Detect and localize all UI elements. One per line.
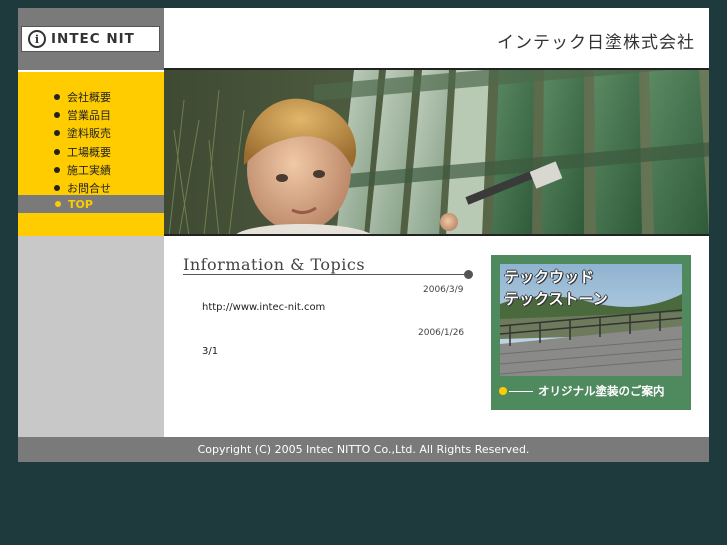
banner-cta[interactable]: オリジナル塗装のご案内 bbox=[499, 381, 665, 401]
menu-item-label: 会社概要 bbox=[67, 91, 111, 105]
bullet-icon bbox=[54, 148, 60, 155]
cta-dot-icon bbox=[499, 387, 507, 395]
page-container: i INTEC NIT 会社概要 営業品目 塗料販売 工場概要 施工実績 お問合… bbox=[18, 8, 709, 462]
banner-headline: テックウッド テックストーン bbox=[504, 266, 608, 310]
logo-mark-icon: i bbox=[28, 30, 46, 48]
menu-item-label: お問合せ bbox=[67, 182, 111, 196]
banner-photo: テックウッド テックストーン bbox=[500, 264, 682, 376]
bullet-icon bbox=[54, 112, 60, 119]
logo-text: INTEC NIT bbox=[51, 31, 135, 47]
menu-item-label: 塗料販売 bbox=[67, 127, 111, 141]
bullet-icon bbox=[54, 185, 60, 192]
bullet-icon bbox=[54, 130, 60, 137]
news-date: 2006/1/26 bbox=[418, 328, 465, 338]
news-item-text: 3/1 bbox=[202, 346, 219, 357]
menu-list: 会社概要 営業品目 塗料販売 工場概要 施工実績 お問合せ bbox=[54, 88, 111, 197]
menu-item-label: 工場概要 bbox=[67, 145, 111, 159]
hero-photo-illustration bbox=[164, 70, 709, 234]
original-coating-banner[interactable]: テックウッド テックストーン オリジナル塗装のご案内 bbox=[491, 255, 691, 410]
cta-label: オリジナル塗装のご案内 bbox=[538, 384, 665, 398]
menu-item-top[interactable]: TOP bbox=[18, 195, 164, 213]
menu-item-factory[interactable]: 工場概要 bbox=[54, 143, 111, 161]
bullet-icon bbox=[55, 201, 61, 207]
left-column: i INTEC NIT 会社概要 営業品目 塗料販売 工場概要 施工実績 お問合… bbox=[18, 8, 164, 462]
bullet-icon bbox=[54, 166, 60, 173]
logo[interactable]: i INTEC NIT bbox=[21, 26, 160, 52]
footer: Copyright (C) 2005 Intec NITTO Co.,Ltd. … bbox=[18, 437, 709, 462]
cta-line bbox=[509, 390, 533, 392]
menu-item-paint-sales[interactable]: 塗料販売 bbox=[54, 124, 111, 142]
company-name: インテック日塗株式会社 bbox=[497, 33, 695, 53]
left-gray-panel bbox=[18, 236, 164, 437]
menu-item-products[interactable]: 営業品目 bbox=[54, 106, 111, 124]
menu-item-works[interactable]: 施工実績 bbox=[54, 161, 111, 179]
menu-item-label: TOP bbox=[68, 197, 93, 211]
menu-item-company[interactable]: 会社概要 bbox=[54, 88, 111, 106]
news-date: 2006/3/9 bbox=[423, 285, 464, 295]
header: インテック日塗株式会社 bbox=[164, 8, 709, 70]
info-topics-title: Information & Topics bbox=[183, 255, 366, 274]
hero-photo bbox=[164, 70, 709, 236]
news-item-link[interactable]: http://www.intec-nit.com bbox=[202, 302, 325, 313]
banner-headline-line1: テックウッド bbox=[504, 268, 595, 286]
bullet-icon bbox=[54, 94, 60, 101]
menu-item-label: 営業品目 bbox=[67, 109, 111, 123]
title-underline bbox=[183, 274, 469, 275]
banner-headline-line2: テックストーン bbox=[504, 290, 608, 308]
copyright-text: Copyright (C) 2005 Intec NITTO Co.,Ltd. … bbox=[197, 443, 530, 456]
title-dot-icon bbox=[464, 270, 473, 279]
menu-item-label: 施工実績 bbox=[67, 163, 111, 177]
logo-area: i INTEC NIT bbox=[18, 8, 164, 70]
side-menu: 会社概要 営業品目 塗料販売 工場概要 施工実績 お問合せ TOP bbox=[18, 72, 164, 236]
